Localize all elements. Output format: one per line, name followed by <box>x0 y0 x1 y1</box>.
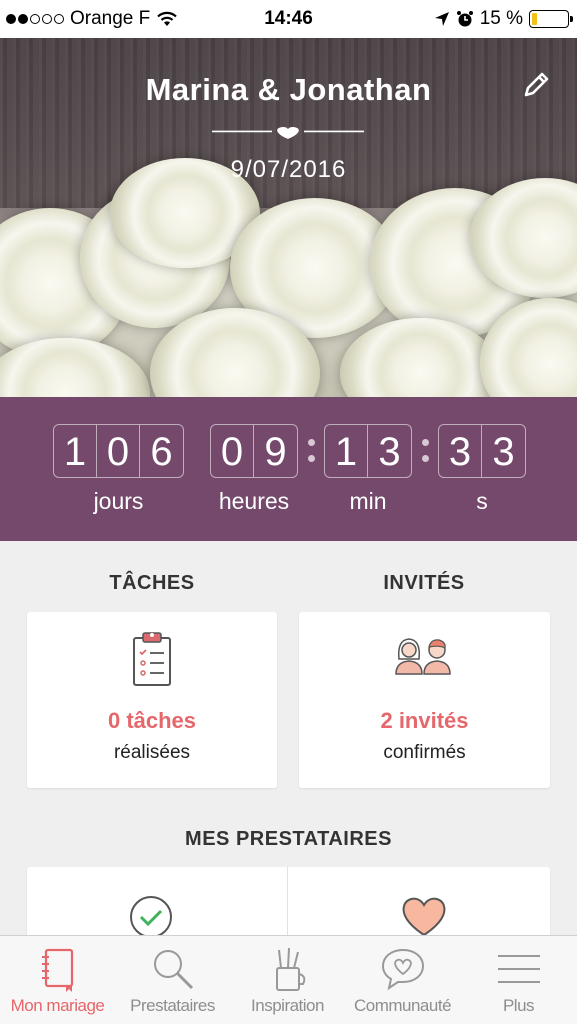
edit-pencil-icon[interactable] <box>519 68 553 102</box>
tasks-sub: réalisées <box>113 742 191 763</box>
countdown-minutes: 1 3 min <box>324 424 412 515</box>
chat-heart-icon <box>381 948 424 991</box>
tab-prestataires[interactable]: Prestataires <box>115 936 230 1024</box>
check-circle-icon[interactable] <box>129 895 173 939</box>
alarm-icon <box>456 11 473 27</box>
pencil-cup-icon <box>275 947 305 991</box>
countdown-digit: 3 <box>439 425 482 477</box>
guests-couple-icon <box>395 638 451 675</box>
tab-label: Mon mariage <box>10 996 105 1015</box>
countdown-days: 1 0 6 jours <box>53 424 184 515</box>
search-icon <box>153 950 193 990</box>
tab-inspiration[interactable]: Inspiration <box>230 936 345 1024</box>
countdown-hours-label: heures <box>218 488 290 514</box>
guests-count: 2 invités <box>380 708 469 733</box>
couple-names: Marina & Jonathan <box>145 72 432 107</box>
countdown-separator <box>420 435 430 465</box>
wedding-date: 9/07/2016 <box>230 156 347 183</box>
tab-label: Plus <box>502 996 535 1015</box>
guests-card[interactable]: 2 invités confirmés <box>299 612 550 788</box>
notebook-icon <box>41 948 73 992</box>
countdown-hours: 0 9 heures <box>210 424 298 515</box>
tab-label: Inspiration <box>251 996 324 1015</box>
tab-mon-mariage[interactable]: Mon mariage <box>0 936 115 1024</box>
status-bar: Orange F 14:46 15 % <box>0 0 577 38</box>
battery-percent: 15 % <box>479 8 523 29</box>
bottom-tab-bar: Mon mariage Prestataires Inspiration Com… <box>0 935 577 1024</box>
guests-title: INVITÉS <box>383 572 465 594</box>
tasks-count: 0 tâches <box>107 708 197 733</box>
countdown-minutes-label: min <box>349 488 387 514</box>
countdown-panel: 1 0 6 jours 0 9 heures 1 3 min 3 3 s <box>0 397 577 541</box>
tab-label: Prestataires <box>130 996 215 1015</box>
countdown-separator <box>306 435 316 465</box>
countdown-digit: 9 <box>264 430 287 474</box>
countdown-digit: 1 <box>54 425 97 477</box>
tasks-title: TÂCHES <box>109 572 195 594</box>
countdown-digit: 3 <box>492 430 515 474</box>
vendors-title: MES PRESTATAIRES <box>185 828 392 850</box>
countdown-seconds: 3 3 s <box>438 424 526 515</box>
countdown-digit: 6 <box>150 430 173 474</box>
guests-sub: confirmés <box>383 742 466 763</box>
countdown-seconds-label: s <box>476 488 488 514</box>
tab-label: Communauté <box>353 996 452 1015</box>
clipboard-checklist-icon <box>133 632 171 686</box>
location-arrow-icon <box>434 12 449 26</box>
hero-banner: Marina & Jonathan 9/07/2016 <box>0 38 577 397</box>
countdown-digit: 0 <box>97 425 140 477</box>
countdown-days-label: jours <box>93 488 144 514</box>
menu-icon <box>497 955 540 983</box>
countdown-digit: 3 <box>378 430 401 474</box>
countdown-digit: 0 <box>211 425 254 477</box>
vendors-card[interactable] <box>27 867 550 939</box>
tasks-card[interactable]: 0 tâches réalisées <box>27 612 277 788</box>
tab-communaute[interactable]: Communauté <box>345 936 460 1024</box>
vendors-card-divider <box>287 867 288 937</box>
heart-icon[interactable] <box>401 895 447 937</box>
countdown-digit: 1 <box>325 425 368 477</box>
tab-plus[interactable]: Plus <box>460 936 577 1024</box>
battery-icon <box>529 10 573 28</box>
heart-divider-icon <box>212 126 364 139</box>
